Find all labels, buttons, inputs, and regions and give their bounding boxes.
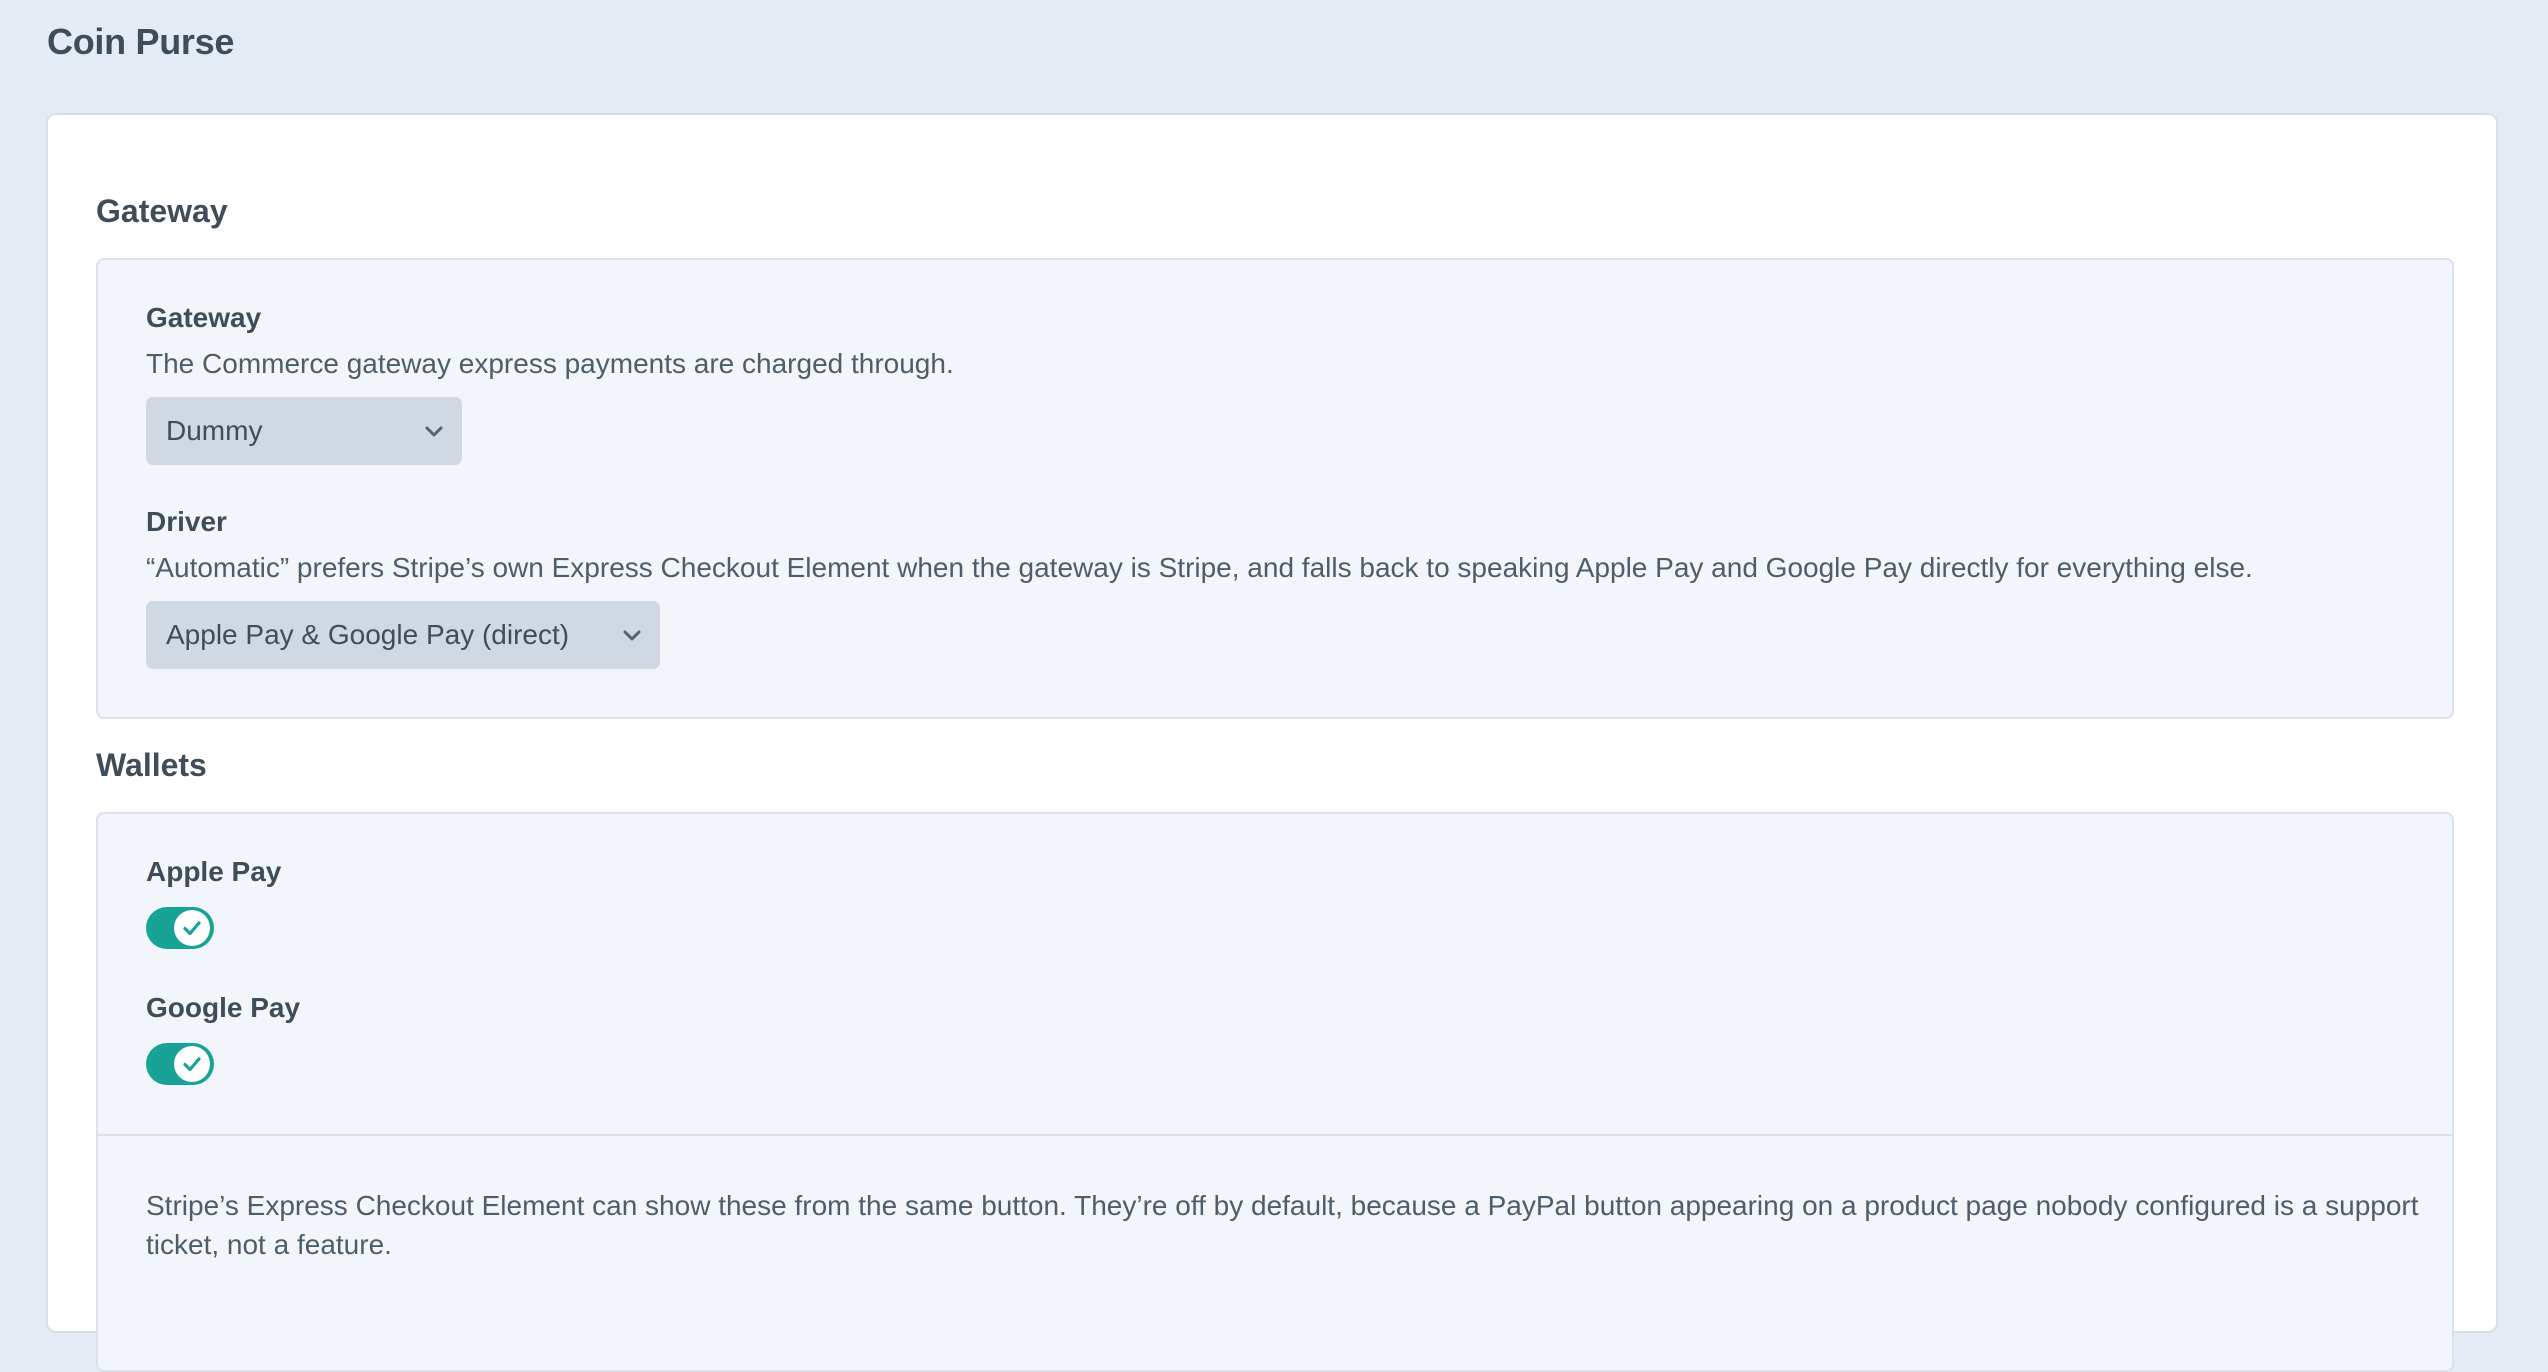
wallets-note: Stripe’s Express Checkout Element can sh… (146, 1190, 2419, 1260)
apple-pay-label: Apple Pay (146, 856, 282, 887)
driver-select-value: Apple Pay & Google Pay (direct) (166, 619, 570, 650)
toggle-knob (174, 910, 210, 946)
google-pay-toggle[interactable] (146, 1043, 214, 1085)
toggle-knob (174, 1046, 210, 1082)
driver-select[interactable]: Apple Pay & Google Pay (direct) (146, 601, 660, 669)
settings-card: Gateway Gateway The Commerce gateway exp… (46, 113, 2498, 1372)
page-title: Coin Purse (47, 21, 235, 62)
check-icon (183, 1057, 201, 1072)
check-icon (183, 921, 201, 936)
chevron-down-icon (620, 623, 644, 647)
gateway-select[interactable]: Dummy (146, 397, 462, 465)
gateway-select-value: Dummy (166, 415, 263, 446)
driver-field-help: “Automatic” prefers Stripe’s own Express… (146, 552, 2253, 583)
gateway-section-heading: Gateway (96, 193, 228, 229)
gateway-panel: Gateway The Commerce gateway express pay… (96, 258, 2454, 719)
google-pay-label: Google Pay (146, 992, 301, 1023)
section-divider (98, 1134, 2452, 1136)
driver-field-label: Driver (146, 506, 227, 537)
apple-pay-toggle[interactable] (146, 907, 214, 949)
wallets-section-heading: Wallets (96, 747, 207, 783)
gateway-field-help: The Commerce gateway express payments ar… (146, 348, 954, 379)
gateway-field-label: Gateway (146, 302, 262, 333)
chevron-down-icon (422, 419, 446, 443)
wallets-panel: Apple Pay Google Pay Stripe’s Express Ch… (96, 812, 2454, 1372)
